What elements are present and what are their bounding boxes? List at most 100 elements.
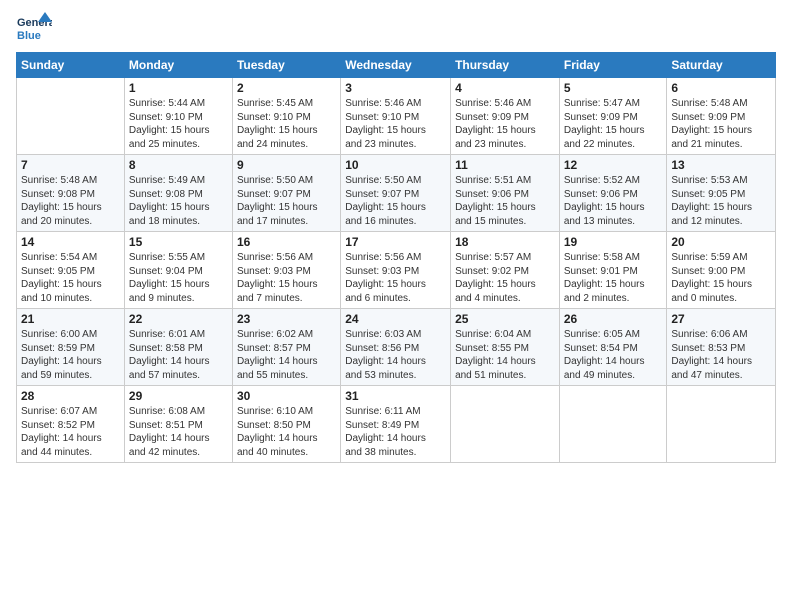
- day-info: Sunrise: 5:57 AMSunset: 9:02 PMDaylight:…: [455, 251, 555, 305]
- day-cell: 26 Sunrise: 6:05 AMSunset: 8:54 PMDayligh…: [559, 309, 667, 386]
- day-number: 1: [129, 81, 228, 95]
- day-cell: 11 Sunrise: 5:51 AMSunset: 9:06 PMDayligh…: [451, 155, 560, 232]
- week-row-4: 28 Sunrise: 6:07 AMSunset: 8:52 PMDayligh…: [17, 386, 776, 463]
- col-header-tuesday: Tuesday: [232, 53, 340, 78]
- day-info: Sunrise: 5:56 AMSunset: 9:03 PMDaylight:…: [345, 251, 446, 305]
- day-number: 26: [564, 312, 663, 326]
- day-number: 9: [237, 158, 336, 172]
- day-info: Sunrise: 6:07 AMSunset: 8:52 PMDaylight:…: [21, 405, 120, 459]
- day-info: Sunrise: 5:46 AMSunset: 9:10 PMDaylight:…: [345, 97, 446, 151]
- day-info: Sunrise: 5:56 AMSunset: 9:03 PMDaylight:…: [237, 251, 336, 305]
- day-info: Sunrise: 5:52 AMSunset: 9:06 PMDaylight:…: [564, 174, 663, 228]
- day-info: Sunrise: 5:51 AMSunset: 9:06 PMDaylight:…: [455, 174, 555, 228]
- day-info: Sunrise: 6:03 AMSunset: 8:56 PMDaylight:…: [345, 328, 446, 382]
- calendar-table: SundayMondayTuesdayWednesdayThursdayFrid…: [16, 52, 776, 463]
- day-cell: 6Sunrise: 5:48 AMSunset: 9:09 PMDaylight…: [667, 78, 776, 155]
- day-number: 13: [671, 158, 771, 172]
- day-info: Sunrise: 6:11 AMSunset: 8:49 PMDaylight:…: [345, 405, 446, 459]
- day-number: 8: [129, 158, 228, 172]
- col-header-wednesday: Wednesday: [341, 53, 451, 78]
- day-info: Sunrise: 5:45 AMSunset: 9:10 PMDaylight:…: [237, 97, 336, 151]
- day-cell: 30 Sunrise: 6:10 AMSunset: 8:50 PMDayligh…: [232, 386, 340, 463]
- day-cell: 24 Sunrise: 6:03 AMSunset: 8:56 PMDayligh…: [341, 309, 451, 386]
- day-cell: [559, 386, 667, 463]
- col-header-monday: Monday: [124, 53, 232, 78]
- logo: General Blue: [16, 10, 52, 46]
- day-info: Sunrise: 6:05 AMSunset: 8:54 PMDaylight:…: [564, 328, 663, 382]
- day-number: 24: [345, 312, 446, 326]
- day-number: 15: [129, 235, 228, 249]
- day-number: 17: [345, 235, 446, 249]
- svg-text:Blue: Blue: [17, 30, 41, 42]
- day-cell: 14 Sunrise: 5:54 AMSunset: 9:05 PMDayligh…: [17, 232, 125, 309]
- day-info: Sunrise: 6:04 AMSunset: 8:55 PMDaylight:…: [455, 328, 555, 382]
- day-info: Sunrise: 5:49 AMSunset: 9:08 PMDaylight:…: [129, 174, 228, 228]
- header: General Blue: [16, 10, 776, 46]
- calendar-body: 1Sunrise: 5:44 AMSunset: 9:10 PMDaylight…: [17, 78, 776, 463]
- day-number: 19: [564, 235, 663, 249]
- day-cell: 19 Sunrise: 5:58 AMSunset: 9:01 PMDayligh…: [559, 232, 667, 309]
- day-cell: [667, 386, 776, 463]
- day-info: Sunrise: 5:50 AMSunset: 9:07 PMDaylight:…: [345, 174, 446, 228]
- day-number: 10: [345, 158, 446, 172]
- day-info: Sunrise: 5:48 AMSunset: 9:08 PMDaylight:…: [21, 174, 120, 228]
- day-info: Sunrise: 6:02 AMSunset: 8:57 PMDaylight:…: [237, 328, 336, 382]
- day-cell: 3 Sunrise: 5:46 AMSunset: 9:10 PMDaylight…: [341, 78, 451, 155]
- day-cell: 23Sunrise: 6:02 AMSunset: 8:57 PMDayligh…: [232, 309, 340, 386]
- day-info: Sunrise: 5:58 AMSunset: 9:01 PMDaylight:…: [564, 251, 663, 305]
- day-number: 2: [237, 81, 336, 95]
- logo-svg: General Blue: [16, 10, 52, 46]
- day-cell: 18 Sunrise: 5:57 AMSunset: 9:02 PMDayligh…: [451, 232, 560, 309]
- day-cell: 16 Sunrise: 5:56 AMSunset: 9:03 PMDayligh…: [232, 232, 340, 309]
- week-row-3: 21 Sunrise: 6:00 AMSunset: 8:59 PMDayligh…: [17, 309, 776, 386]
- day-cell: 12 Sunrise: 5:52 AMSunset: 9:06 PMDayligh…: [559, 155, 667, 232]
- day-info: Sunrise: 6:00 AMSunset: 8:59 PMDaylight:…: [21, 328, 120, 382]
- day-cell: 22Sunrise: 6:01 AMSunset: 8:58 PMDayligh…: [124, 309, 232, 386]
- day-cell: 31 Sunrise: 6:11 AMSunset: 8:49 PMDayligh…: [341, 386, 451, 463]
- day-number: 14: [21, 235, 120, 249]
- day-cell: 20 Sunrise: 5:59 AMSunset: 9:00 PMDayligh…: [667, 232, 776, 309]
- week-row-2: 14 Sunrise: 5:54 AMSunset: 9:05 PMDayligh…: [17, 232, 776, 309]
- day-number: 29: [129, 389, 228, 403]
- page: General Blue SundayMondayTuesdayWednesda…: [0, 0, 792, 612]
- day-number: 30: [237, 389, 336, 403]
- day-number: 3: [345, 81, 446, 95]
- day-info: Sunrise: 5:53 AMSunset: 9:05 PMDaylight:…: [671, 174, 771, 228]
- day-number: 27: [671, 312, 771, 326]
- week-row-1: 7 Sunrise: 5:48 AMSunset: 9:08 PMDaylight…: [17, 155, 776, 232]
- day-cell: 8 Sunrise: 5:49 AMSunset: 9:08 PMDaylight…: [124, 155, 232, 232]
- day-cell: 17 Sunrise: 5:56 AMSunset: 9:03 PMDayligh…: [341, 232, 451, 309]
- day-cell: 7 Sunrise: 5:48 AMSunset: 9:08 PMDaylight…: [17, 155, 125, 232]
- day-number: 31: [345, 389, 446, 403]
- week-row-0: 1Sunrise: 5:44 AMSunset: 9:10 PMDaylight…: [17, 78, 776, 155]
- day-cell: 5Sunrise: 5:47 AMSunset: 9:09 PMDaylight…: [559, 78, 667, 155]
- day-cell: [17, 78, 125, 155]
- day-cell: 21 Sunrise: 6:00 AMSunset: 8:59 PMDayligh…: [17, 309, 125, 386]
- day-cell: 2 Sunrise: 5:45 AMSunset: 9:10 PMDaylight…: [232, 78, 340, 155]
- day-cell: 28 Sunrise: 6:07 AMSunset: 8:52 PMDayligh…: [17, 386, 125, 463]
- day-info: Sunrise: 6:10 AMSunset: 8:50 PMDaylight:…: [237, 405, 336, 459]
- day-number: 22: [129, 312, 228, 326]
- day-cell: 13 Sunrise: 5:53 AMSunset: 9:05 PMDayligh…: [667, 155, 776, 232]
- day-number: 28: [21, 389, 120, 403]
- day-number: 25: [455, 312, 555, 326]
- day-number: 4: [455, 81, 555, 95]
- day-number: 7: [21, 158, 120, 172]
- day-number: 21: [21, 312, 120, 326]
- day-info: Sunrise: 5:54 AMSunset: 9:05 PMDaylight:…: [21, 251, 120, 305]
- col-header-sunday: Sunday: [17, 53, 125, 78]
- day-cell: 4Sunrise: 5:46 AMSunset: 9:09 PMDaylight…: [451, 78, 560, 155]
- day-number: 16: [237, 235, 336, 249]
- day-cell: 27Sunrise: 6:06 AMSunset: 8:53 PMDayligh…: [667, 309, 776, 386]
- day-number: 6: [671, 81, 771, 95]
- day-cell: 25 Sunrise: 6:04 AMSunset: 8:55 PMDayligh…: [451, 309, 560, 386]
- day-info: Sunrise: 6:08 AMSunset: 8:51 PMDaylight:…: [129, 405, 228, 459]
- day-cell: 9Sunrise: 5:50 AMSunset: 9:07 PMDaylight…: [232, 155, 340, 232]
- day-number: 18: [455, 235, 555, 249]
- day-info: Sunrise: 5:59 AMSunset: 9:00 PMDaylight:…: [671, 251, 771, 305]
- day-info: Sunrise: 5:55 AMSunset: 9:04 PMDaylight:…: [129, 251, 228, 305]
- day-number: 20: [671, 235, 771, 249]
- day-number: 12: [564, 158, 663, 172]
- day-number: 11: [455, 158, 555, 172]
- day-cell: 1Sunrise: 5:44 AMSunset: 9:10 PMDaylight…: [124, 78, 232, 155]
